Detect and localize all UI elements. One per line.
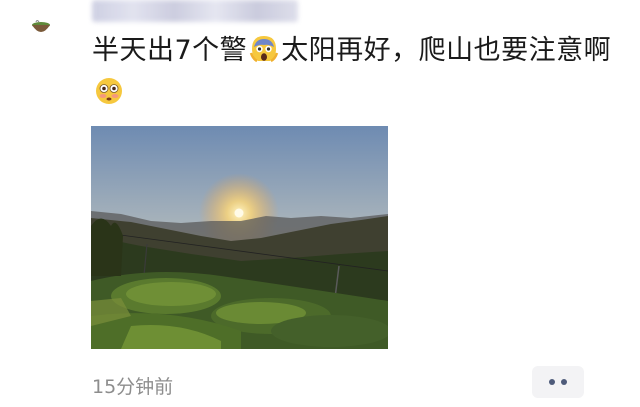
scream-face-icon	[248, 33, 280, 65]
dot-icon	[561, 379, 567, 385]
dot-icon	[549, 379, 555, 385]
post-text: 半天出7个警 太阳再好，爬山也要注意啊	[92, 30, 612, 114]
post-timestamp: 15分钟前	[92, 376, 174, 398]
more-actions-button[interactable]	[532, 366, 584, 398]
flushed-face-icon	[93, 75, 125, 107]
username-blurred	[92, 0, 298, 22]
avatar[interactable]	[28, 14, 54, 40]
tea-bowl-icon	[32, 20, 50, 32]
post-photo[interactable]	[91, 126, 388, 349]
post-text-part1: 半天出7个警	[92, 35, 248, 66]
post-text-part2: 太阳再好，爬山也要注意啊	[281, 35, 612, 66]
